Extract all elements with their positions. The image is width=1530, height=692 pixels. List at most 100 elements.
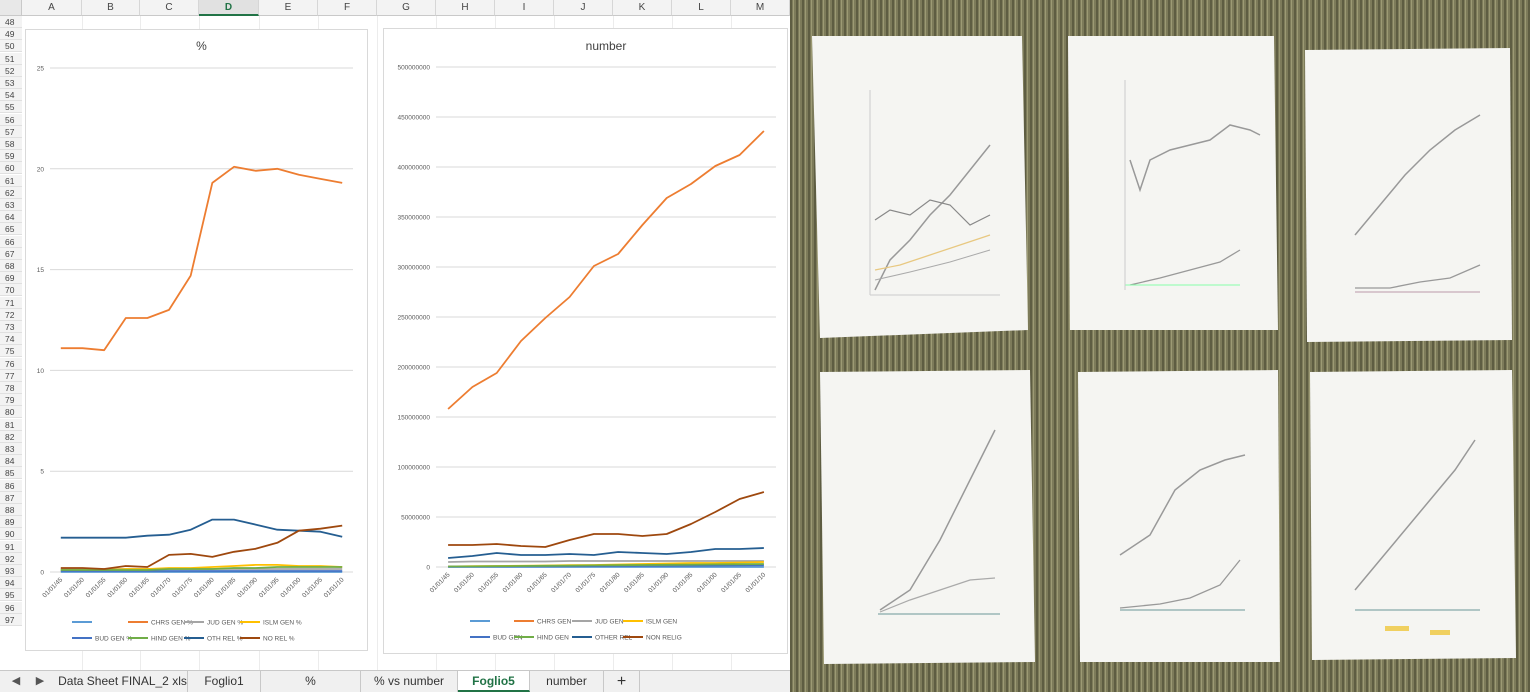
triangle-right-icon[interactable]: ▶ <box>30 671 50 692</box>
row-header-53[interactable]: 53 <box>0 77 22 89</box>
row-header-56[interactable]: 56 <box>0 113 22 126</box>
row-header-76[interactable]: 76 <box>0 357 22 370</box>
row-header-59[interactable]: 59 <box>0 150 22 163</box>
row-header-81[interactable]: 81 <box>0 418 22 431</box>
triangle-left-icon[interactable]: ◀ <box>6 671 26 692</box>
x-tick-label: 01/01/70 <box>150 576 173 599</box>
column-header-i[interactable]: I <box>495 0 554 16</box>
column-header-g[interactable]: G <box>377 0 436 16</box>
row-header-74[interactable]: 74 <box>0 333 22 346</box>
y-tick-label: 0 <box>40 570 44 577</box>
tab-foglio5[interactable]: Foglio5 <box>458 671 530 692</box>
row-header-96[interactable]: 96 <box>0 601 22 614</box>
row-header-49[interactable]: 49 <box>0 28 22 41</box>
row-header-62[interactable]: 62 <box>0 186 22 199</box>
legend-label: JUD GEN <box>595 619 624 626</box>
row-header-91[interactable]: 91 <box>0 540 22 553</box>
row-header-75[interactable]: 75 <box>0 345 22 358</box>
chart-percent[interactable]: % 0 5 10 15 20 25 01/01/45 01/01/50 01/01/55 01/01… <box>25 29 368 651</box>
paper-4 <box>820 370 1035 664</box>
row-header-87[interactable]: 87 <box>0 491 22 504</box>
series-line-6 <box>448 547 764 559</box>
tab-number[interactable]: number <box>530 671 604 692</box>
x-tick-label: 01/01/50 <box>63 576 86 599</box>
tab-percent[interactable]: % <box>261 671 361 692</box>
row-header-72[interactable]: 72 <box>0 308 22 321</box>
row-header-80[interactable]: 80 <box>0 406 22 419</box>
row-header-79[interactable]: 79 <box>0 394 22 407</box>
legend-label: NON RELIG <box>646 635 682 642</box>
x-tick-label: 01/01/10 <box>323 576 346 599</box>
y-tick-label: 20 <box>37 166 45 173</box>
row-header-60[interactable]: 60 <box>0 162 22 175</box>
column-header-f[interactable]: F <box>318 0 377 16</box>
row-header-93[interactable]: 93 <box>0 565 22 577</box>
row-header-57[interactable]: 57 <box>0 125 22 138</box>
tab-data-sheet-final[interactable]: Data Sheet FINAL_2 xls <box>58 671 188 692</box>
row-header-69[interactable]: 69 <box>0 272 22 285</box>
row-header-90[interactable]: 90 <box>0 528 22 541</box>
paper-2 <box>1068 36 1278 330</box>
row-header-88[interactable]: 88 <box>0 504 22 516</box>
select-all-corner[interactable] <box>0 0 22 16</box>
series-line-6 <box>60 518 343 539</box>
column-header-d[interactable]: D <box>199 0 259 16</box>
tab-percent-vs-number[interactable]: % vs number <box>361 671 458 692</box>
row-header-71[interactable]: 71 <box>0 296 22 309</box>
x-tick-label: 01/01/75 <box>574 571 597 594</box>
row-header-95[interactable]: 95 <box>0 589 22 602</box>
tab-foglio1[interactable]: Foglio1 <box>188 671 261 692</box>
row-header-92[interactable]: 92 <box>0 552 22 565</box>
x-tick-label: 01/01/95 <box>258 576 281 599</box>
row-header-83[interactable]: 83 <box>0 443 22 455</box>
x-tick-label: 01/01/55 <box>477 571 500 594</box>
row-header-85[interactable]: 85 <box>0 467 22 480</box>
row-header-84[interactable]: 84 <box>0 455 22 468</box>
y-tick-label: 5 <box>40 469 44 476</box>
row-header-58[interactable]: 58 <box>0 138 22 150</box>
column-header-b[interactable]: B <box>82 0 140 16</box>
row-header-97[interactable]: 97 <box>0 613 22 626</box>
row-header-48[interactable]: 48 <box>0 16 22 28</box>
column-header-j[interactable]: J <box>554 0 613 16</box>
row-header-70[interactable]: 70 <box>0 284 22 297</box>
legend-label: ISLM GEN <box>646 619 677 626</box>
column-header-a[interactable]: A <box>22 0 82 16</box>
row-header-77[interactable]: 77 <box>0 369 22 382</box>
chart-title: number <box>586 39 627 53</box>
column-header-m[interactable]: M <box>731 0 790 16</box>
x-tick-label: 01/01/70 <box>550 571 573 594</box>
column-header-e[interactable]: E <box>259 0 318 16</box>
y-tick-label: 25 <box>37 66 45 73</box>
sheet-tab-bar: ◀ ▶ Data Sheet FINAL_2 xls Foglio1 % % v… <box>0 670 790 692</box>
row-header-94[interactable]: 94 <box>0 577 22 590</box>
row-header-63[interactable]: 63 <box>0 199 22 211</box>
row-header-66[interactable]: 66 <box>0 235 22 248</box>
column-header-k[interactable]: K <box>613 0 672 16</box>
chart-number[interactable]: number 0 50000000 100000000 150000000 2000000… <box>383 28 788 654</box>
row-header-73[interactable]: 73 <box>0 321 22 333</box>
row-header-82[interactable]: 82 <box>0 430 22 443</box>
column-header-l[interactable]: L <box>672 0 731 16</box>
row-header-78[interactable]: 78 <box>0 382 22 394</box>
row-header-65[interactable]: 65 <box>0 223 22 236</box>
add-sheet-button[interactable]: + <box>604 671 640 692</box>
x-tick-label: 01/01/80 <box>193 576 216 599</box>
paper-5 <box>1078 370 1280 662</box>
row-header-52[interactable]: 52 <box>0 64 22 77</box>
row-header-67[interactable]: 67 <box>0 247 22 260</box>
column-header-c[interactable]: C <box>140 0 199 16</box>
row-header-86[interactable]: 86 <box>0 479 22 492</box>
row-header-89[interactable]: 89 <box>0 516 22 529</box>
row-header-50[interactable]: 50 <box>0 40 22 53</box>
row-header-64[interactable]: 64 <box>0 211 22 224</box>
row-header-61[interactable]: 61 <box>0 174 22 187</box>
row-header-54[interactable]: 54 <box>0 89 22 102</box>
column-header-h[interactable]: H <box>436 0 495 16</box>
row-header-55[interactable]: 55 <box>0 101 22 114</box>
y-tick-label: 0 <box>426 565 430 572</box>
y-tick-label: 350000000 <box>397 215 430 222</box>
row-header-51[interactable]: 51 <box>0 52 22 65</box>
row-header-68[interactable]: 68 <box>0 260 22 272</box>
x-tick-label: 01/01/85 <box>215 576 238 599</box>
